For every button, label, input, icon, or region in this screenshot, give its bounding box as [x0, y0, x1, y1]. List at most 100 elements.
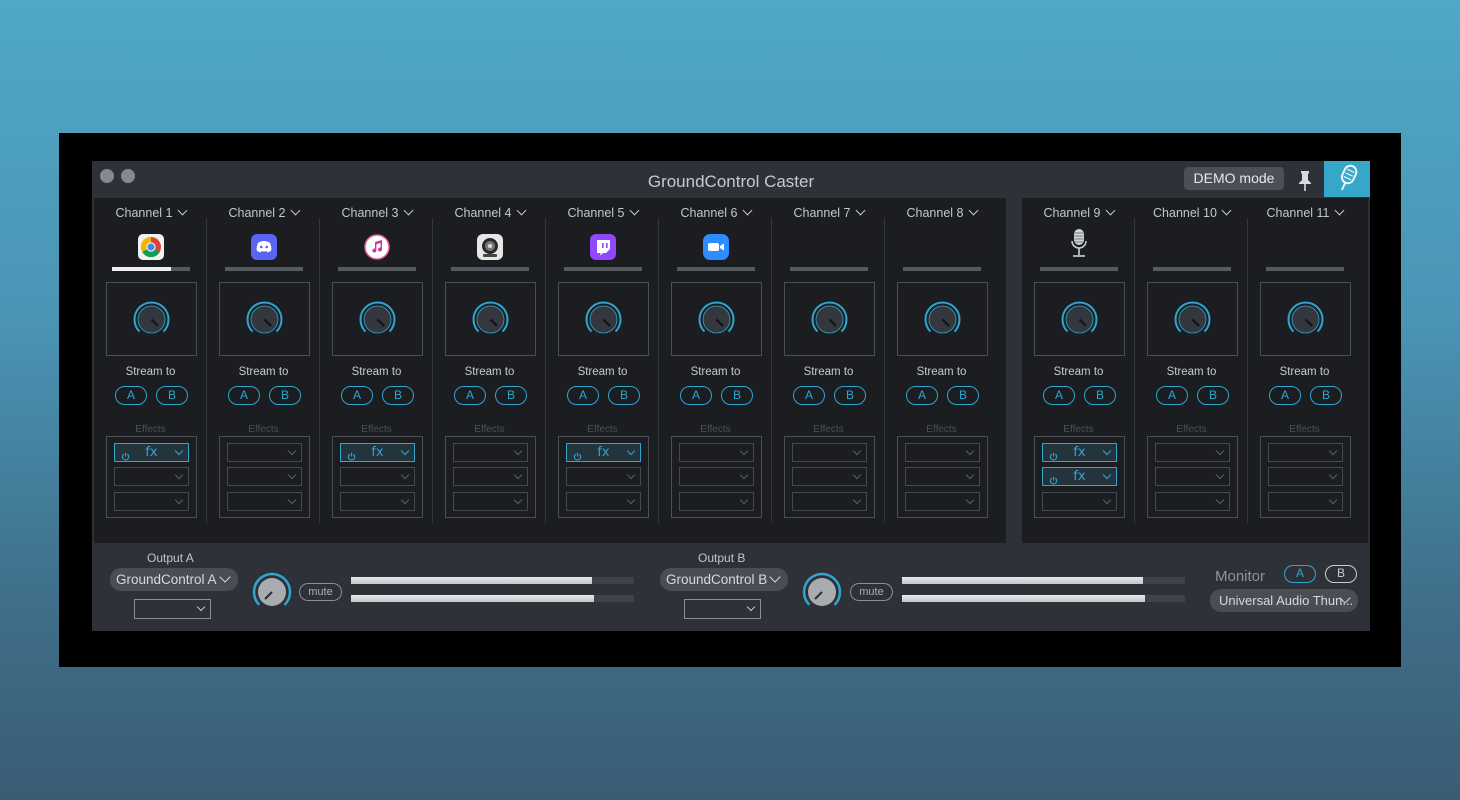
channel-name-select[interactable]: Channel 8 — [885, 205, 998, 220]
effect-slot[interactable] — [114, 467, 189, 486]
effect-slot[interactable] — [340, 467, 415, 486]
channel-level-meter — [225, 267, 303, 271]
stream-to-a-button[interactable]: A — [341, 386, 373, 405]
channel-volume-box — [558, 282, 649, 356]
demo-mode-button[interactable]: DEMO mode — [1184, 167, 1284, 190]
audio-app-icon — [477, 234, 503, 260]
stream-to-b-button[interactable]: B — [495, 386, 527, 405]
channel-volume-knob[interactable] — [811, 301, 848, 338]
channel-name-select[interactable]: Channel 1 — [94, 205, 207, 220]
stream-to-b-button[interactable]: B — [608, 386, 640, 405]
effect-slot[interactable]: fx — [1042, 467, 1117, 486]
effect-slot[interactable]: fx — [566, 443, 641, 462]
output-b-device-select[interactable]: GroundControl B — [660, 568, 788, 591]
channel-volume-knob[interactable] — [472, 301, 509, 338]
channel-volume-knob[interactable] — [924, 301, 961, 338]
effect-slot[interactable] — [340, 492, 415, 511]
effect-slot[interactable] — [1268, 443, 1343, 462]
effect-slot[interactable] — [792, 443, 867, 462]
effect-slot[interactable] — [792, 467, 867, 486]
channel-strip: Channel 2 Stream to A B Effects — [207, 198, 320, 543]
channel-volume-knob[interactable] — [1287, 301, 1324, 338]
stream-to-a-button[interactable]: A — [1156, 386, 1188, 405]
output-b-mute-button[interactable]: mute — [850, 583, 893, 601]
effect-slot[interactable] — [1268, 467, 1343, 486]
effect-slot[interactable] — [1155, 467, 1230, 486]
effect-slot[interactable] — [679, 492, 754, 511]
output-a-mute-button[interactable]: mute — [299, 583, 342, 601]
channel-volume-knob[interactable] — [133, 301, 170, 338]
monitor-b-button[interactable]: B — [1325, 565, 1357, 583]
stream-to-b-button[interactable]: B — [269, 386, 301, 405]
effect-slot[interactable] — [905, 443, 980, 462]
output-a-device-name: GroundControl A — [116, 572, 217, 587]
stream-to-a-button[interactable]: A — [906, 386, 938, 405]
stream-to-b-button[interactable]: B — [156, 386, 188, 405]
effect-slot[interactable] — [566, 467, 641, 486]
effect-slot[interactable]: fx — [340, 443, 415, 462]
effect-slot[interactable] — [679, 443, 754, 462]
channel-name-select[interactable]: Channel 10 — [1135, 205, 1248, 220]
output-a-device-select[interactable]: GroundControl A — [110, 568, 238, 591]
stream-to-b-button[interactable]: B — [834, 386, 866, 405]
channel-strip: Channel 9 Stream to A B Effects fx fx — [1022, 198, 1135, 543]
stream-to-a-button[interactable]: A — [567, 386, 599, 405]
effect-slot[interactable] — [1268, 492, 1343, 511]
stream-to-a-button[interactable]: A — [115, 386, 147, 405]
channel-name-select[interactable]: Channel 6 — [659, 205, 772, 220]
stream-to-a-button[interactable]: A — [680, 386, 712, 405]
stream-to-b-button[interactable]: B — [1310, 386, 1342, 405]
stream-to-a-button[interactable]: A — [1269, 386, 1301, 405]
channel-volume-knob[interactable] — [1174, 301, 1211, 338]
stream-to-b-button[interactable]: B — [721, 386, 753, 405]
channel-name-select[interactable]: Channel 4 — [433, 205, 546, 220]
channel-name-select[interactable]: Channel 5 — [546, 205, 659, 220]
effect-slot[interactable] — [453, 492, 528, 511]
chrome-icon — [138, 234, 164, 260]
output-a-secondary-select[interactable] — [134, 599, 211, 619]
effect-slot[interactable] — [1155, 492, 1230, 511]
stream-to-a-button[interactable]: A — [1043, 386, 1075, 405]
channel-name-select[interactable]: Channel 2 — [207, 205, 320, 220]
effect-slot[interactable] — [453, 443, 528, 462]
channel-volume-knob[interactable] — [359, 301, 396, 338]
effect-slot[interactable] — [227, 492, 302, 511]
channel-volume-knob[interactable] — [1061, 301, 1098, 338]
effect-slot[interactable] — [905, 467, 980, 486]
effect-slot[interactable] — [453, 467, 528, 486]
effect-slot[interactable] — [566, 492, 641, 511]
stream-to-b-button[interactable]: B — [1197, 386, 1229, 405]
stream-to-b-button[interactable]: B — [947, 386, 979, 405]
output-a-volume-knob[interactable] — [252, 572, 292, 612]
monitor-device-select[interactable]: Universal Audio Thun... — [1210, 589, 1358, 612]
stream-to-a-button[interactable]: A — [228, 386, 260, 405]
stream-to-b-button[interactable]: B — [1084, 386, 1116, 405]
channel-volume-knob[interactable] — [698, 301, 735, 338]
effect-slot[interactable] — [1042, 492, 1117, 511]
app-window: GroundControl Caster DEMO mode Channel 1… — [92, 161, 1370, 631]
output-b-secondary-select[interactable] — [684, 599, 761, 619]
channel-name-select[interactable]: Channel 7 — [772, 205, 885, 220]
effect-slot[interactable] — [792, 492, 867, 511]
monitor-a-button[interactable]: A — [1284, 565, 1316, 583]
effect-slot[interactable] — [227, 443, 302, 462]
effect-slot[interactable] — [905, 492, 980, 511]
effect-slot[interactable] — [114, 492, 189, 511]
effect-slot[interactable] — [1155, 443, 1230, 462]
effect-slot[interactable]: fx — [114, 443, 189, 462]
output-b-volume-knob[interactable] — [802, 572, 842, 612]
channel-volume-box — [332, 282, 423, 356]
channel-volume-knob[interactable] — [246, 301, 283, 338]
mic-app-button[interactable] — [1324, 161, 1370, 197]
pin-icon[interactable] — [1297, 170, 1313, 192]
channel-name-select[interactable]: Channel 3 — [320, 205, 433, 220]
effect-slot[interactable] — [227, 467, 302, 486]
stream-to-b-button[interactable]: B — [382, 386, 414, 405]
stream-to-a-button[interactable]: A — [793, 386, 825, 405]
channel-volume-knob[interactable] — [585, 301, 622, 338]
channel-name-select[interactable]: Channel 9 — [1022, 205, 1135, 220]
channel-name-select[interactable]: Channel 11 — [1248, 205, 1361, 220]
effect-slot[interactable] — [679, 467, 754, 486]
stream-to-a-button[interactable]: A — [454, 386, 486, 405]
effect-slot[interactable]: fx — [1042, 443, 1117, 462]
